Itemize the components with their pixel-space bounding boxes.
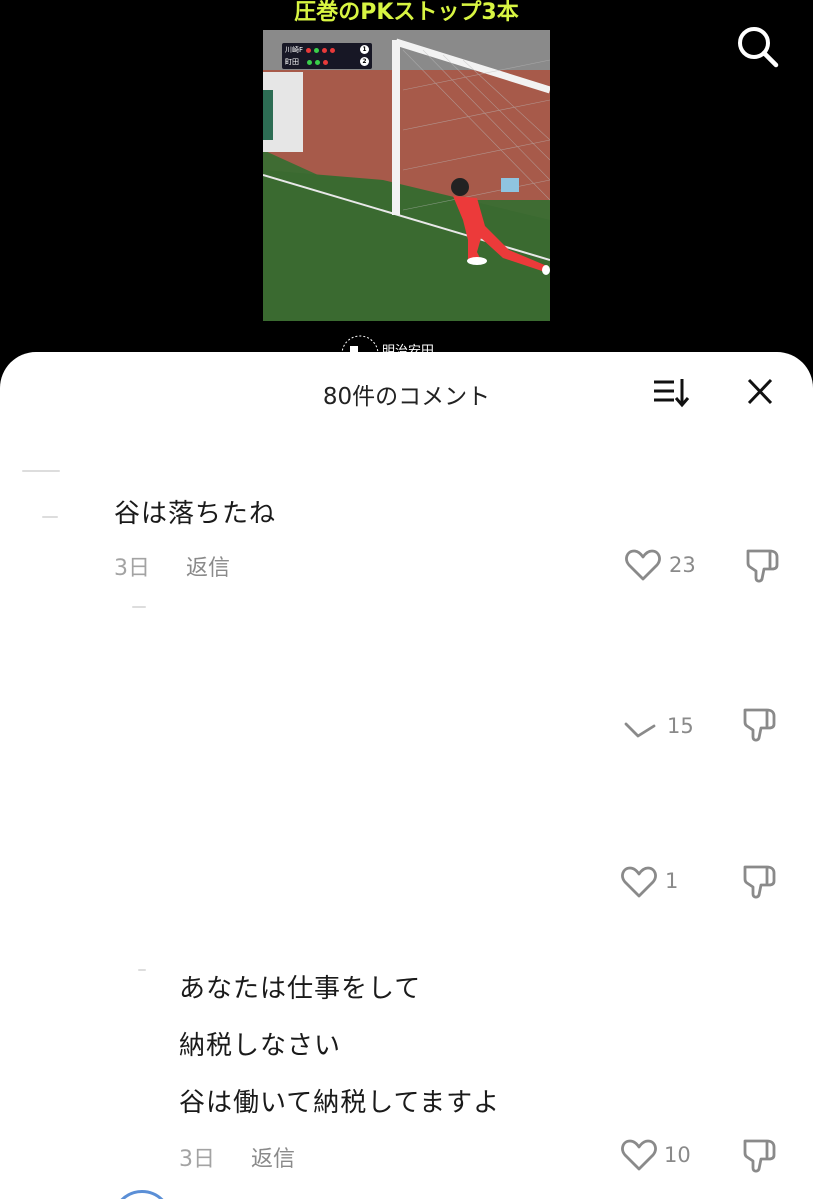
pk-result-dot xyxy=(330,47,336,53)
pk-result-dot xyxy=(307,59,312,65)
video-player[interactable]: 圧巻のPKストップ3本 川崎F 町田 1 2 xyxy=(0,0,813,380)
comment-text-line: 納税しなさい xyxy=(179,1031,342,1061)
video-title: 圧巻のPKストップ3本 xyxy=(294,0,519,25)
close-icon[interactable] xyxy=(740,374,780,410)
pk-result-dot xyxy=(322,47,328,53)
pk-result-dot xyxy=(314,47,320,53)
like-count: 10 xyxy=(664,1143,691,1167)
team2-name: 町田 xyxy=(285,58,299,66)
search-icon[interactable] xyxy=(733,23,781,71)
dislike-icon[interactable] xyxy=(741,861,781,901)
scoreboard: 川崎F 町田 1 2 xyxy=(282,43,372,69)
heart-icon[interactable] xyxy=(620,1137,658,1173)
pk-result-dot xyxy=(315,59,320,65)
goalkeeper-video-image xyxy=(263,30,550,321)
avatar[interactable] xyxy=(22,470,60,472)
dislike-icon[interactable] xyxy=(744,545,784,585)
team1-name: 川崎F xyxy=(285,46,304,54)
comment-time: 3日 xyxy=(114,556,150,581)
team1-score: 1 xyxy=(360,45,369,54)
team2-score: 2 xyxy=(360,57,369,66)
comment-text-line: 谷は働いて納税してますよ xyxy=(179,1088,501,1118)
like-count: 1 xyxy=(665,869,679,893)
heart-icon[interactable] xyxy=(622,710,660,746)
comment-time: 3日 xyxy=(179,1147,215,1172)
reply-button[interactable]: 返信 xyxy=(251,1141,295,1173)
dislike-icon[interactable] xyxy=(741,704,781,744)
heart-icon[interactable] xyxy=(620,864,658,900)
comments-sheet: 80件のコメント 谷は落ちたね 3日 返信 23 15 1 あなたは仕事をして … xyxy=(0,352,813,1199)
dislike-icon[interactable] xyxy=(741,1135,781,1175)
reply-button[interactable]: 返信 xyxy=(186,550,230,582)
pk-result-dot xyxy=(323,59,328,65)
comment-text: 谷は落ちたね xyxy=(114,499,277,529)
like-count: 15 xyxy=(667,714,694,738)
avatar[interactable] xyxy=(42,516,58,518)
avatar[interactable] xyxy=(132,606,146,608)
avatar[interactable] xyxy=(138,969,146,971)
video-frame xyxy=(263,30,550,321)
like-count: 23 xyxy=(669,553,696,577)
pk-result-dot xyxy=(306,47,312,53)
heart-icon[interactable] xyxy=(624,547,662,583)
comment-text-line: あなたは仕事をして xyxy=(179,974,422,1004)
sort-icon[interactable] xyxy=(648,374,694,410)
